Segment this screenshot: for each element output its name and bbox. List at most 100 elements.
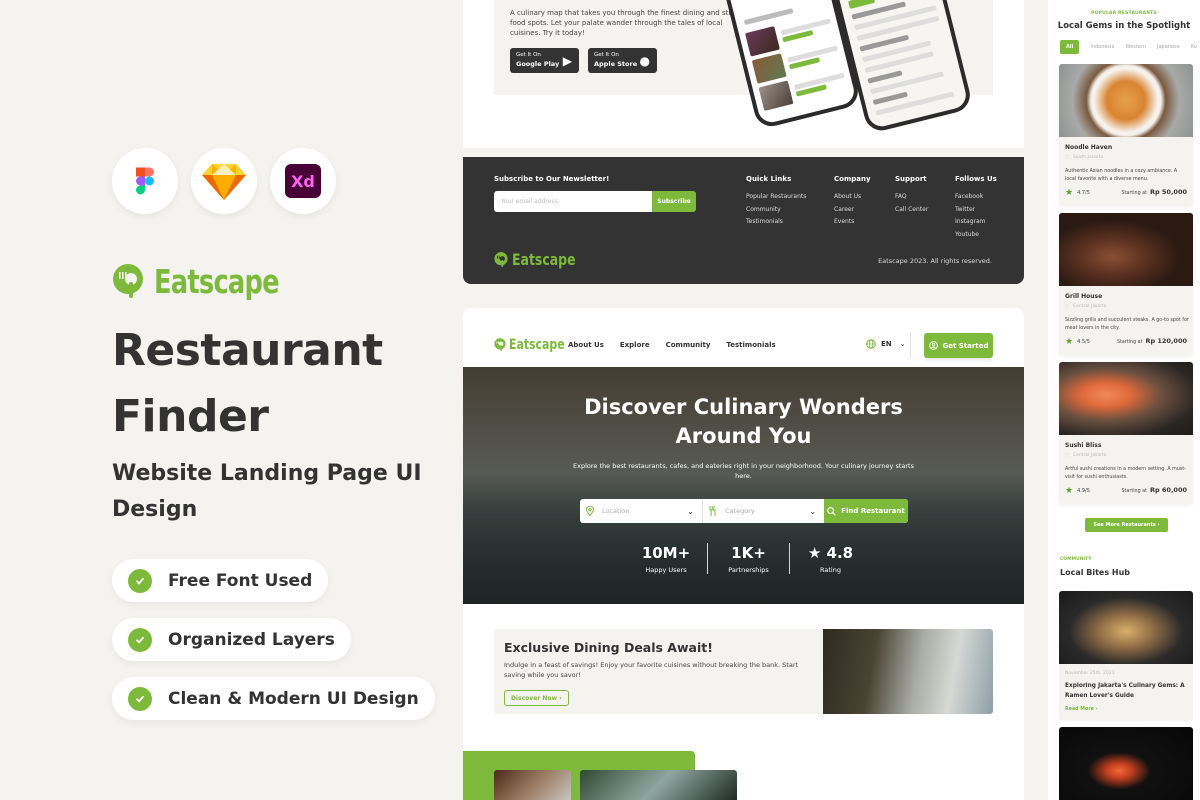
restaurant-interior-image (823, 629, 993, 714)
footer-link[interactable]: Call Center (895, 204, 928, 217)
cutlery-icon (709, 506, 716, 516)
food-image (494, 770, 571, 800)
find-restaurant-button[interactable]: Find Restaurant (824, 499, 908, 523)
feature-list: Free Font Used Organized Layers Clean & … (112, 559, 435, 720)
restaurant-card[interactable]: Sushi Bliss ◌ Central Jakarta Artful sush… (1059, 362, 1193, 504)
popular-tag: POPULAR RESTAURANTS (1091, 11, 1157, 16)
see-more-restaurants-button[interactable]: See More Restaurants › (1085, 518, 1168, 532)
chip-korean[interactable]: Ko (1191, 44, 1197, 50)
price-prefix: Starting at (1121, 489, 1147, 494)
location-text: Central Jakarta (1072, 304, 1107, 309)
hero-section: Discover Culinary Wonders Around You Exp… (463, 367, 1024, 604)
newsletter-form: Subscribe (494, 191, 696, 212)
footer-link[interactable]: Community (746, 204, 806, 217)
footer-col-follow: Follows Us Facebook Twitter Instagram Yo… (955, 175, 997, 241)
nav-link-testimonials[interactable]: Testimonials (726, 341, 775, 349)
apple-store-button[interactable]: Get It On Apple Store ● (588, 48, 657, 73)
footer-link[interactable]: Events (834, 216, 871, 229)
footer-link[interactable]: Career (834, 204, 871, 217)
star-icon: ★ (1065, 188, 1074, 198)
rating-value: 4.7/5 (1077, 190, 1090, 196)
figma-icon (136, 167, 154, 195)
popular-title: Local Gems in the Spotlight (1057, 21, 1191, 31)
check-icon (128, 568, 152, 593)
restaurant-price: Starting at Rp 120,000 (1117, 337, 1187, 345)
restaurant-rating: ★ 4.7/5 (1065, 188, 1090, 198)
nav-link-community[interactable]: Community (666, 341, 711, 349)
newsletter-email-input[interactable] (494, 191, 652, 212)
user-circle-icon (928, 341, 938, 350)
site-footer: Subscribe to Our Newsletter! Subscribe Q… (463, 157, 1024, 284)
blog-card[interactable]: November 25th, 2023 Exploring Jakarta's … (1059, 591, 1193, 721)
footer-logo[interactable]: Eatscape (494, 250, 593, 269)
restaurant-image (1059, 362, 1193, 435)
location-pin-icon (586, 506, 594, 516)
category-select[interactable]: Category ⌄ (702, 499, 824, 523)
feature-badge: Organized Layers (112, 618, 351, 661)
xd-badge: Xd (270, 148, 336, 214)
stat-value: 1K+ (731, 544, 766, 562)
page-title: Restaurant Finder (112, 318, 383, 450)
get-started-button[interactable]: Get Started (924, 333, 993, 358)
restaurant-price: Starting at Rp 50,000 (1122, 188, 1188, 196)
figma-badge (112, 148, 178, 214)
feature-label: Clean & Modern UI Design (168, 688, 419, 709)
rating-value: 4.5/5 (1077, 339, 1090, 345)
footer-link[interactable]: Youtube (955, 229, 997, 242)
restaurant-location: ◌ Central Jakarta (1065, 453, 1107, 458)
footer-link[interactable]: Twitter (955, 204, 997, 217)
stat-value: ★ 4.8 (807, 544, 854, 562)
chip-japanese[interactable]: Japanese (1157, 44, 1180, 50)
restaurant-image (1059, 213, 1193, 286)
category-placeholder: Category (725, 507, 755, 515)
chip-indonesia[interactable]: Indonesia (1090, 44, 1114, 50)
design-tools: Xd (112, 148, 336, 214)
footer-link[interactable]: About Us (834, 191, 871, 204)
community-tag: COMMUNITY (1060, 557, 1092, 562)
nav-divider (910, 332, 911, 358)
footer-link[interactable]: Popular Restaurants (746, 191, 806, 204)
nav-link-explore[interactable]: Explore (620, 341, 650, 349)
mobile-preview: POPULAR RESTAURANTS Local Gems in the Sp… (1048, 0, 1200, 800)
top-nav: Eatscape About Us Explore Community Test… (463, 308, 1024, 367)
title-line-1: Restaurant (112, 325, 383, 376)
nav-link-about[interactable]: About Us (568, 341, 604, 349)
star-icon: ★ (1065, 486, 1074, 496)
location-text: South Jakarta (1072, 155, 1104, 160)
restaurant-search-bar: Location ⌄ Category ⌄ Find Restaurant (580, 499, 908, 523)
cuisine-filter-chips: All Indonesia Western Japanese Ko (1060, 40, 1197, 54)
restaurant-description: Authentic Asian noodles in a cozy ambian… (1065, 169, 1178, 182)
location-text: Central Jakarta (1072, 453, 1107, 458)
language-selector[interactable]: EN ⌄ (866, 339, 906, 349)
footer-link[interactable]: Facebook (955, 191, 997, 204)
footer-link[interactable]: Testimonials (746, 216, 806, 229)
fork-spoon-logo-icon (113, 263, 143, 298)
globe-icon (866, 339, 876, 349)
discover-now-button[interactable]: Discover Now › (504, 690, 569, 706)
fork-spoon-logo-icon (494, 338, 506, 351)
blog-title: Exploring Jakarta's Culinary Gems: A Ram… (1065, 683, 1185, 699)
footer-link[interactable]: FAQ (895, 191, 928, 204)
hero-stats: 10M+ Happy Users 1K+ Partnerships ★ 4.8 … (625, 543, 871, 574)
price-value: Rp 50,000 (1149, 188, 1187, 196)
subscribe-button[interactable]: Subscribe (652, 191, 696, 212)
stat-item: ★ 4.8 Rating (789, 543, 871, 574)
feature-badge: Free Font Used (112, 559, 329, 602)
brand-name: Eatscape (154, 262, 280, 301)
restaurant-card[interactable]: Noodle Haven ◌ South Jakarta Authentic As… (1059, 64, 1193, 206)
language-label: EN (881, 340, 892, 348)
read-more-link[interactable]: Read More › (1065, 707, 1098, 712)
chip-all[interactable]: All (1060, 40, 1080, 54)
stat-value: 10M+ (641, 544, 691, 562)
xd-label: Xd (291, 171, 315, 191)
hero-title-line-2: Around You (675, 424, 812, 448)
stat-label: Partnerships (728, 566, 769, 574)
get-started-label: Get Started (942, 341, 989, 350)
hero-text: Explore the best restaurants, cafes, and… (573, 462, 914, 480)
location-select[interactable]: Location ⌄ (580, 499, 702, 523)
restaurant-rating: ★ 4.5/5 (1065, 337, 1090, 347)
chip-western[interactable]: Western (1126, 44, 1147, 50)
restaurant-card[interactable]: Grill House ◌ Central Jakarta Sizzling gr… (1059, 213, 1193, 355)
footer-link[interactable]: Instagram (955, 216, 997, 229)
google-play-button[interactable]: Get It On Google Play ▶ (510, 48, 579, 73)
